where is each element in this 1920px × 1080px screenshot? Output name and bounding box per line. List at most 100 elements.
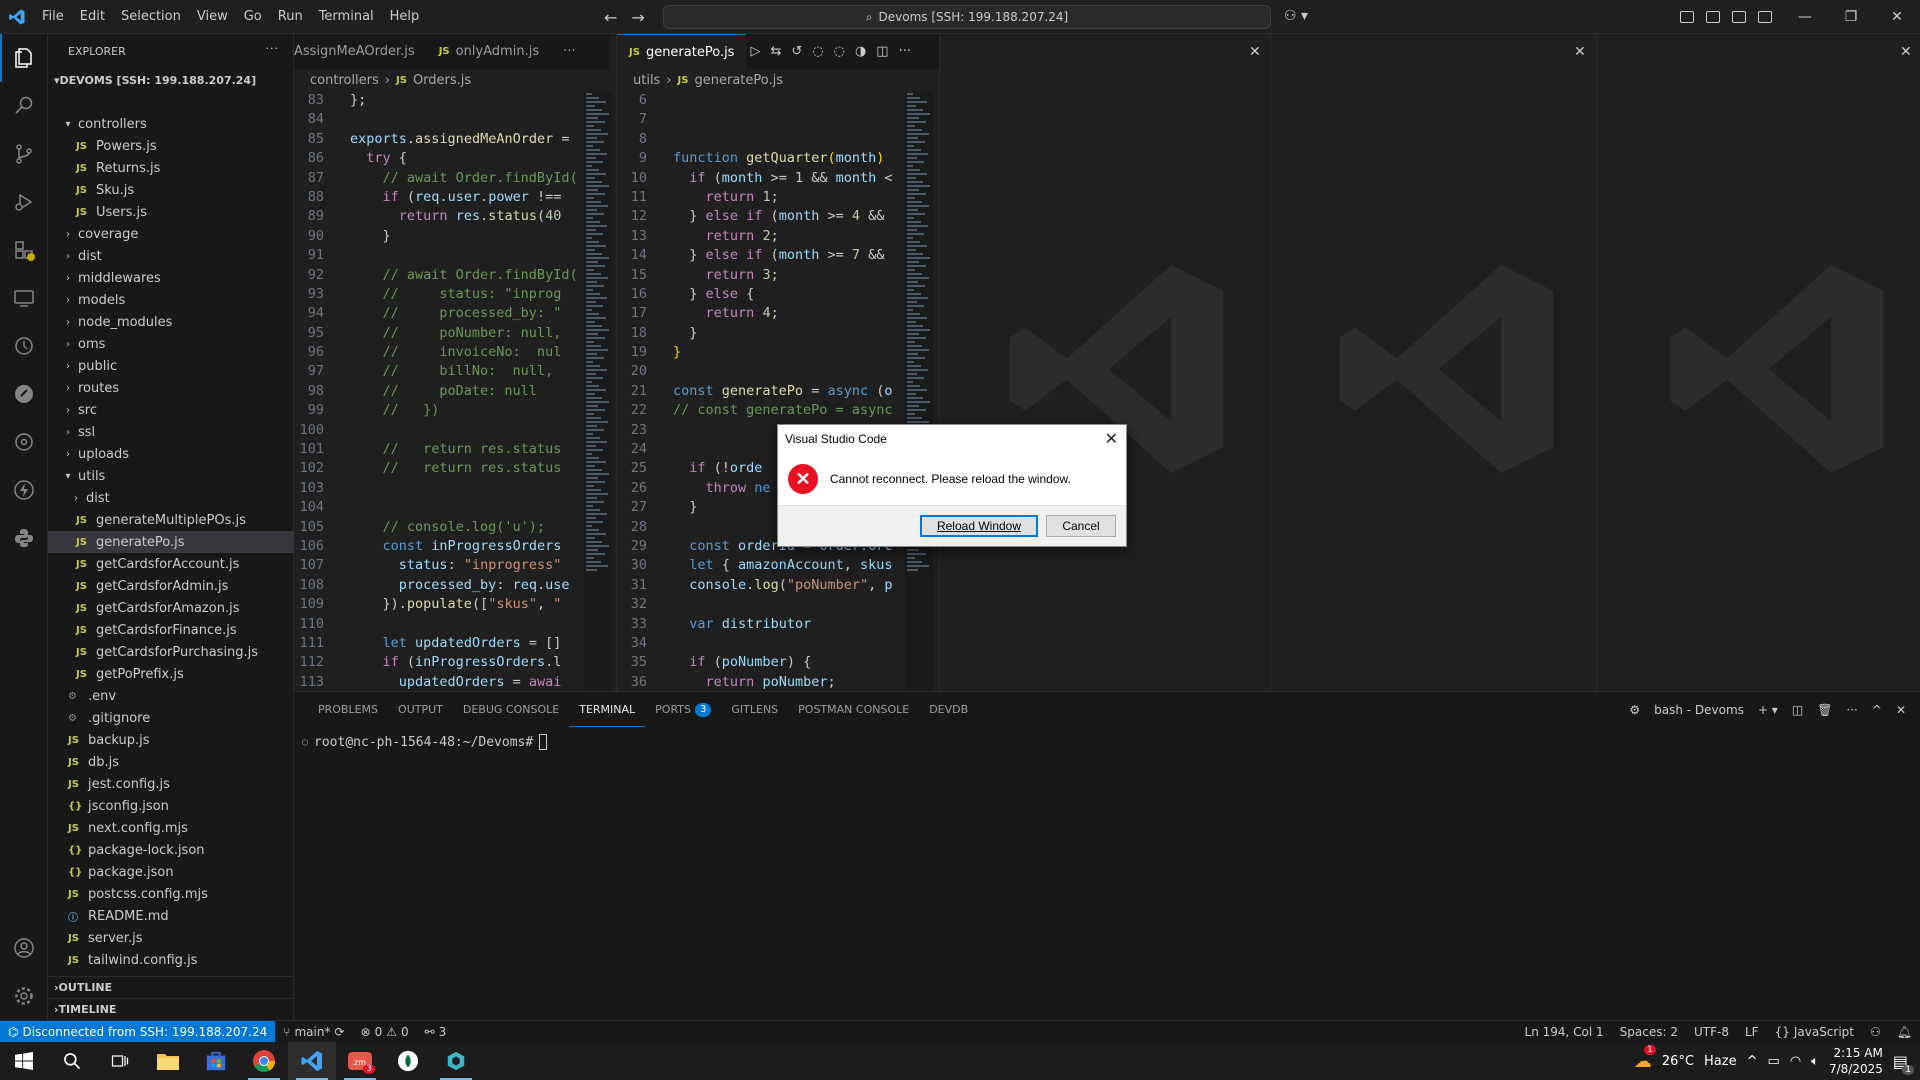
pane-divider[interactable] xyxy=(939,34,940,691)
forward-arrow-icon[interactable]: → xyxy=(631,8,644,27)
windows-start-icon[interactable] xyxy=(0,1042,48,1080)
tree-item[interactable]: ⚙ .gitignore xyxy=(48,707,294,729)
copilot-status-icon[interactable]: ⚇ xyxy=(1862,1025,1889,1039)
run-file-icon[interactable]: ▷ xyxy=(750,44,760,59)
panel-tab-devdb[interactable]: DEVDB xyxy=(919,692,978,727)
terminal-output[interactable]: ○ root@nc-ph-1564-48:~/Devoms# xyxy=(302,734,548,750)
encoding[interactable]: UTF-8 xyxy=(1686,1025,1737,1039)
tree-item[interactable]: › middlewares xyxy=(48,267,294,289)
tree-item[interactable]: JS jest.config.js xyxy=(48,773,294,795)
taskbar-search-icon[interactable] xyxy=(48,1042,96,1080)
new-terminal-icon[interactable]: + ▾ xyxy=(1758,703,1778,717)
menu-help[interactable]: Help xyxy=(382,0,428,34)
accounts-icon[interactable] xyxy=(0,924,48,972)
postman-icon[interactable] xyxy=(0,370,48,418)
battery-icon[interactable]: ▭ xyxy=(1768,1054,1780,1069)
reload-window-button[interactable]: Reload Window xyxy=(920,515,1038,537)
kill-terminal-icon[interactable]: 🗑 xyxy=(1817,703,1832,717)
compare-changes-icon[interactable]: ⇆ xyxy=(770,44,781,59)
tree-item[interactable]: › node_modules xyxy=(48,311,294,333)
tree-item[interactable]: JS Sku.js xyxy=(48,179,294,201)
tree-item[interactable]: JS getCardsforAmazon.js xyxy=(48,597,294,619)
close-group-icon[interactable]: ✕ xyxy=(1574,44,1586,60)
gitlens-icon[interactable] xyxy=(0,418,48,466)
tree-item[interactable]: › src xyxy=(48,399,294,421)
tree-item[interactable]: › uploads xyxy=(48,443,294,465)
editor-1-code[interactable]: 83}; 84 85 exports.assignedMeAnOrder = 86 t… xyxy=(294,91,584,712)
tree-item[interactable]: JS Returns.js xyxy=(48,157,294,179)
language-mode[interactable]: {} JavaScript xyxy=(1767,1025,1862,1039)
tree-item[interactable]: › ssl xyxy=(48,421,294,443)
breadcrumb-folder[interactable]: controllers xyxy=(310,73,379,88)
cancel-button[interactable]: Cancel xyxy=(1046,515,1116,537)
weather-temp[interactable]: 26°C xyxy=(1662,1054,1694,1069)
menu-go[interactable]: Go xyxy=(236,0,270,34)
tree-item[interactable]: ▾ utils xyxy=(48,465,294,487)
tree-item[interactable]: › oms xyxy=(48,333,294,355)
explorer-icon[interactable] xyxy=(0,34,48,82)
panel-tab-postman-console[interactable]: POSTMAN CONSOLE xyxy=(788,692,919,727)
panel-tab-terminal[interactable]: TERMINAL xyxy=(569,692,646,727)
branch-indicator[interactable]: ⑂ main* ⟳ xyxy=(275,1025,352,1039)
tree-item[interactable]: › dist xyxy=(48,487,294,509)
extensions-icon[interactable] xyxy=(0,226,48,274)
breadcrumb-file[interactable]: generatePo.js xyxy=(694,73,783,88)
copilot-icon[interactable]: ⚇ ▾ xyxy=(1284,8,1308,24)
editor-2-minimap[interactable] xyxy=(905,91,933,691)
customize-layout-icon[interactable] xyxy=(1680,11,1694,23)
tree-item[interactable]: ⚙ .env xyxy=(48,685,294,707)
tree-item[interactable]: JS getCardsforAdmin.js xyxy=(48,575,294,597)
end-of-line[interactable]: LF xyxy=(1737,1025,1767,1039)
indentation[interactable]: Spaces: 2 xyxy=(1612,1025,1686,1039)
split-terminal-icon[interactable]: ◫ xyxy=(1792,703,1803,717)
back-arrow-icon[interactable]: ← xyxy=(604,8,617,27)
menu-edit[interactable]: Edit xyxy=(72,0,113,34)
tree-item[interactable]: › coverage xyxy=(48,223,294,245)
menu-selection[interactable]: Selection xyxy=(113,0,189,34)
close-panel-icon[interactable]: ✕ xyxy=(1896,703,1906,717)
notifications-bell-icon[interactable]: 🔔︎ xyxy=(1889,1025,1920,1039)
menu-run[interactable]: Run xyxy=(270,0,311,34)
wifi-icon[interactable]: ◠ xyxy=(1790,1054,1801,1069)
app-icon-round[interactable] xyxy=(384,1042,432,1080)
microsoft-store-icon[interactable] xyxy=(192,1042,240,1080)
next-change-icon[interactable]: ◌ xyxy=(834,44,845,59)
pane-divider[interactable] xyxy=(1596,34,1597,691)
tree-item[interactable]: JS generatePo.js xyxy=(48,531,294,553)
panel-tab-debug-console[interactable]: DEBUG CONSOLE xyxy=(453,692,569,727)
tree-item[interactable]: JS getCardsforFinance.js xyxy=(48,619,294,641)
more-actions-icon[interactable]: ··· xyxy=(266,42,280,55)
breadcrumb-folder[interactable]: utils xyxy=(633,73,660,88)
close-window-icon[interactable]: ✕ xyxy=(1874,0,1920,34)
tree-item[interactable]: JS Users.js xyxy=(48,201,294,223)
panel-tab-problems[interactable]: PROBLEMS xyxy=(308,692,388,727)
panel-tab-ports[interactable]: PORTS 3 xyxy=(645,692,721,727)
menu-terminal[interactable]: Terminal xyxy=(311,0,382,34)
python-icon[interactable] xyxy=(0,514,48,562)
ports-indicator[interactable]: ⚯ 3 xyxy=(417,1025,455,1039)
editor-more-icon[interactable]: ··· xyxy=(899,44,911,59)
run-debug-icon[interactable] xyxy=(0,178,48,226)
tree-item[interactable]: › models xyxy=(48,289,294,311)
chrome-icon[interactable] xyxy=(240,1042,288,1080)
dialog-close-icon[interactable]: ✕ xyxy=(1105,429,1118,449)
pane-divider[interactable] xyxy=(1270,34,1271,691)
menu-view[interactable]: View xyxy=(189,0,236,34)
tree-item[interactable]: › dist xyxy=(48,245,294,267)
tree-item[interactable]: JS db.js xyxy=(48,751,294,773)
tree-item[interactable]: JS Powers.js xyxy=(48,135,294,157)
panel-tab-output[interactable]: OUTPUT xyxy=(388,692,453,727)
breadcrumb-file[interactable]: Orders.js xyxy=(413,73,471,88)
thunder-client-icon[interactable] xyxy=(0,466,48,514)
editor-2-code[interactable]: 6 7 8 9 function getQuarter(month) 10 if (mon… xyxy=(617,91,919,692)
tree-item[interactable]: JS postcss.config.mjs xyxy=(48,883,294,905)
tree-item[interactable]: JS backup.js xyxy=(48,729,294,751)
tree-item[interactable]: ⓘ README.md xyxy=(48,905,294,927)
timeline-section[interactable]: › TIMELINE xyxy=(48,998,294,1020)
problems-indicator[interactable]: ⊗ 0 ⚠ 0 xyxy=(353,1025,417,1039)
close-group-icon[interactable]: ✕ xyxy=(1249,44,1261,60)
outline-section[interactable]: › OUTLINE xyxy=(48,976,294,998)
tree-item[interactable]: JS generateMultiplePOs.js xyxy=(48,509,294,531)
weather-icon[interactable]: ☁ 1 xyxy=(1634,1044,1656,1072)
timeline-nav-icon[interactable]: ◑ xyxy=(855,44,866,59)
